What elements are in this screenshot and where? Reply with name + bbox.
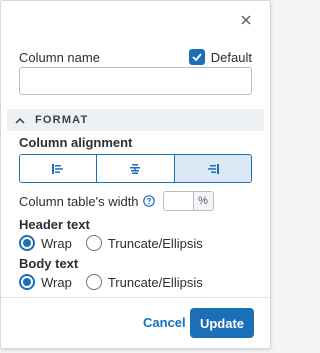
table-width-label: Column table's width [19, 193, 139, 209]
table-width-row: Column table's width % [19, 191, 214, 211]
header-truncate-label: Truncate/Ellipsis [107, 235, 203, 251]
align-center-button[interactable] [96, 155, 174, 182]
body-text-label: Body text [19, 256, 79, 271]
column-name-label: Column name [19, 49, 100, 65]
header-text-radio-group: Wrap Truncate/Ellipsis [19, 234, 217, 252]
body-wrap-option[interactable]: Wrap [19, 274, 72, 290]
header-wrap-option[interactable]: Wrap [19, 235, 72, 251]
header-text-label: Header text [19, 217, 90, 232]
check-icon [192, 53, 202, 61]
footer-divider [1, 297, 270, 298]
percent-unit: % [192, 191, 214, 211]
body-wrap-radio[interactable] [19, 274, 35, 290]
body-wrap-label: Wrap [41, 274, 72, 290]
default-checkbox-group[interactable]: Default [188, 49, 252, 65]
body-text-radio-group: Wrap Truncate/Ellipsis [19, 273, 217, 291]
default-label: Default [210, 49, 252, 65]
header-wrap-label: Wrap [41, 235, 72, 251]
align-left-icon [52, 163, 64, 174]
chevron-up-icon [15, 111, 25, 129]
column-name-input[interactable] [19, 67, 252, 95]
body-truncate-label: Truncate/Ellipsis [107, 274, 203, 290]
default-checkbox[interactable] [188, 49, 205, 65]
update-button[interactable]: Update [190, 308, 254, 338]
column-alignment-label: Column alignment [19, 135, 133, 150]
align-right-button[interactable] [173, 155, 251, 182]
cancel-button[interactable]: Cancel [143, 313, 186, 333]
body-truncate-radio[interactable] [85, 274, 102, 290]
header-truncate-option[interactable]: Truncate/Ellipsis [85, 235, 203, 251]
header-truncate-radio[interactable] [85, 235, 102, 251]
column-name-row: Column name Default [19, 47, 252, 67]
column-settings-dialog: Column name Default FORMAT Column alignm… [0, 0, 271, 349]
align-center-icon [130, 163, 141, 174]
column-alignment-group [19, 154, 252, 183]
align-right-icon [207, 163, 219, 174]
header-wrap-radio[interactable] [19, 235, 35, 251]
body-truncate-option[interactable]: Truncate/Ellipsis [85, 274, 203, 290]
format-section-header[interactable]: FORMAT [7, 109, 264, 131]
help-icon[interactable] [142, 195, 155, 207]
format-section-title: FORMAT [35, 114, 89, 126]
table-width-input[interactable] [162, 191, 193, 211]
align-left-button[interactable] [20, 155, 97, 182]
close-icon[interactable] [241, 15, 255, 29]
